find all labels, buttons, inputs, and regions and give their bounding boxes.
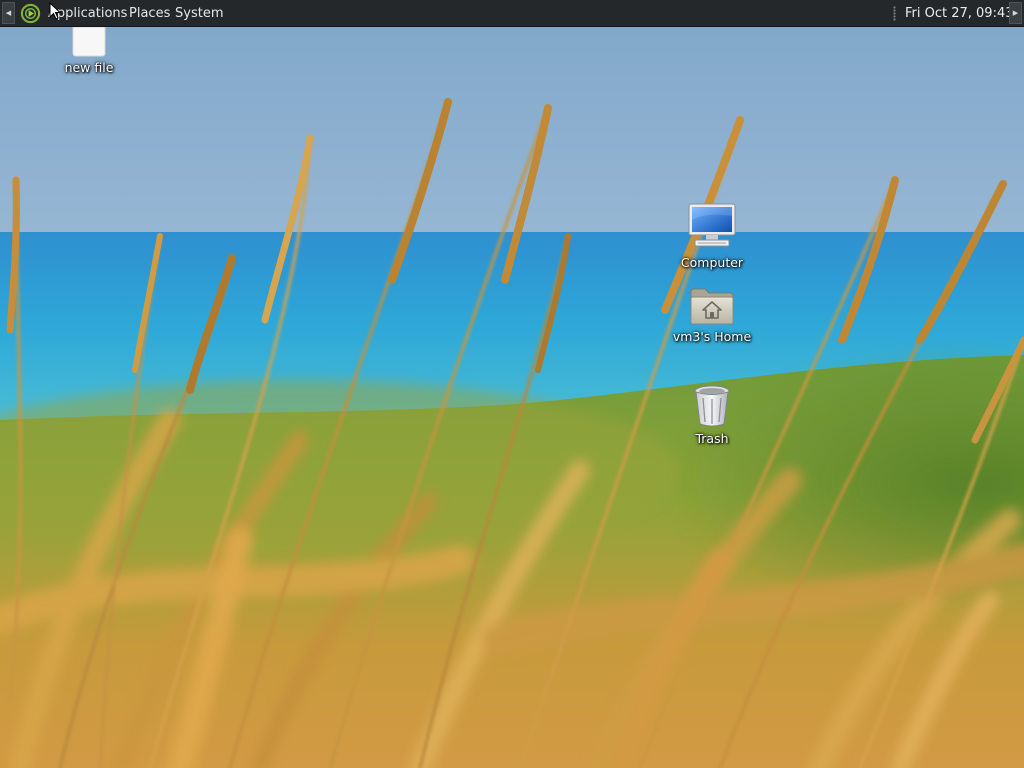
computer-icon: [688, 203, 736, 247]
desktop-icon-label: vm3's Home: [672, 329, 752, 344]
panel-scroll-right-button[interactable]: ▶: [1009, 2, 1022, 24]
distro-logo-icon[interactable]: [20, 3, 41, 24]
desktop-icon-label: Trash: [695, 431, 729, 446]
system-menu[interactable]: System: [171, 0, 227, 27]
panel-scroll-left-button[interactable]: ◀: [2, 2, 15, 24]
panel-drag-handle[interactable]: [893, 6, 896, 21]
desktop-icon-new-file[interactable]: new file: [44, 27, 134, 76]
desktop-icon-trash[interactable]: Trash: [667, 384, 757, 447]
clock[interactable]: Fri Oct 27, 09:43: [905, 0, 1014, 27]
desktop-icon-home[interactable]: vm3's Home: [667, 286, 757, 345]
places-menu[interactable]: Places: [125, 0, 174, 27]
home-folder-icon: [690, 288, 734, 325]
mouse-pointer-icon: [49, 2, 61, 20]
top-panel: ◀ Applications Places System Fri Oct 27,…: [0, 0, 1024, 27]
desktop-icon-label: new file: [64, 60, 114, 75]
desktop-wallpaper[interactable]: [0, 0, 1024, 768]
desktop-icon-computer[interactable]: Computer: [667, 202, 757, 271]
triangle-left-icon: ◀: [5, 9, 12, 17]
trash-icon: [694, 385, 730, 427]
triangle-right-icon: ▶: [1012, 9, 1019, 17]
desktop-icon-label: Computer: [680, 255, 744, 270]
blank-file-icon: [72, 27, 106, 57]
